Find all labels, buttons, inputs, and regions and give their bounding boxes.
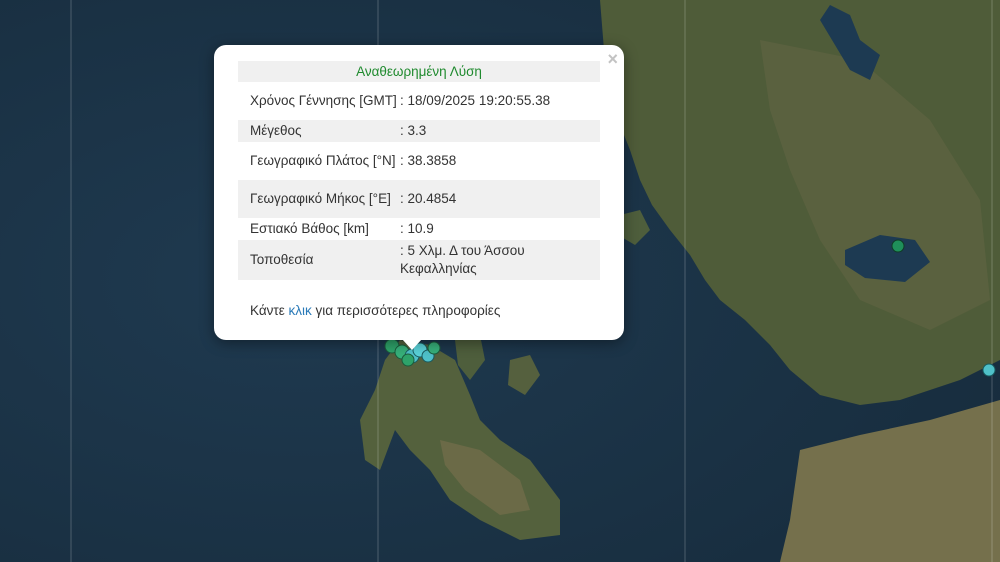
longitude-label: Γεωγραφικό Μήκος [°E]	[250, 191, 391, 206]
depth-value: : 10.9	[400, 221, 434, 236]
more-info-link[interactable]: κλικ	[289, 303, 312, 318]
popup-tip	[402, 339, 422, 350]
earthquake-marker[interactable]	[891, 239, 905, 253]
origin-time-label: Χρόνος Γέννησης [GMT]	[250, 93, 397, 108]
location-value: : 5 Χλμ. Δ του Άσσου Κεφαλληνίας	[400, 243, 525, 276]
earthquake-marker[interactable]	[982, 363, 996, 377]
earthquake-popup: × Αναθεωρημένη Λύση Χρόνος Γέννησης [GMT…	[214, 45, 624, 340]
origin-time-value: : 18/09/2025 19:20:55.38	[400, 93, 551, 108]
more-info-suffix: για περισσότερες πληροφορίες	[311, 303, 501, 318]
more-info-text: Κάντε κλικ για περισσότερες πληροφορίες	[250, 303, 500, 318]
longitude-value: : 20.4854	[400, 191, 457, 206]
location-label: Τοποθεσία	[250, 252, 314, 267]
magnitude-label: Μέγεθος	[250, 123, 302, 138]
magnitude-value: : 3.3	[400, 123, 427, 138]
popup-title: Αναθεωρημένη Λύση	[238, 61, 600, 82]
latitude-value: : 38.3858	[400, 153, 457, 168]
more-info-prefix: Κάντε	[250, 303, 289, 318]
depth-label: Εστιακό Βάθος [km]	[250, 221, 369, 236]
close-icon[interactable]: ×	[607, 49, 618, 69]
latitude-label: Γεωγραφικό Πλάτος [°N]	[250, 153, 396, 168]
info-table: Αναθεωρημένη Λύση Χρόνος Γέννησης [GMT] …	[238, 61, 600, 280]
